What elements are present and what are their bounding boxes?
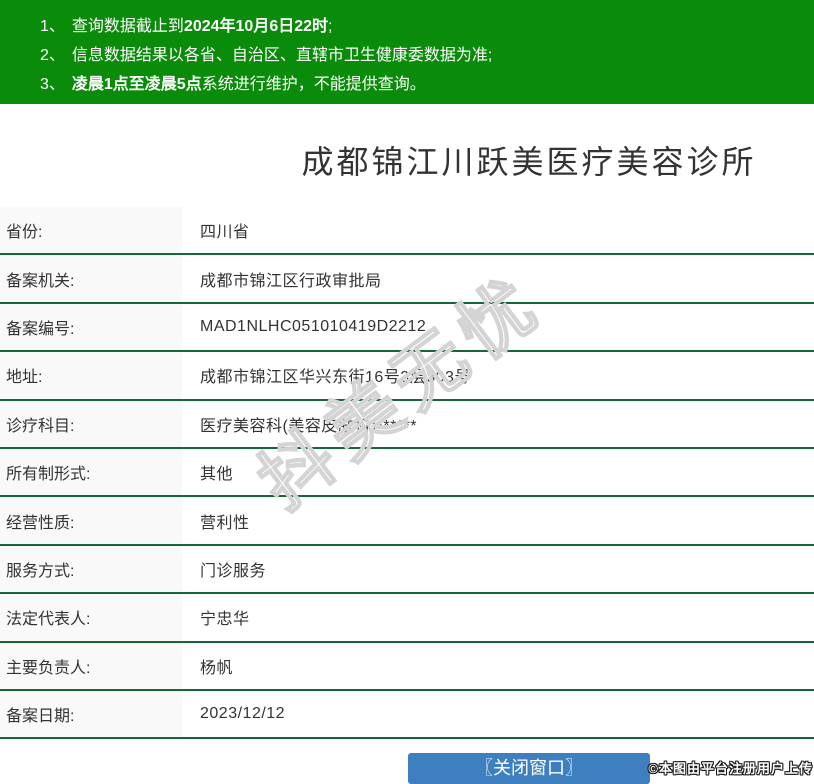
row-label: 备案机关:: [0, 255, 182, 302]
notice-line-3: 3、 凌晨1点至凌晨5点系统进行维护，不能提供查询。: [40, 70, 804, 99]
row-label: 省份:: [0, 207, 182, 254]
row-value: 医疗美容科(美容皮肤科)******: [200, 417, 418, 435]
close-window-button[interactable]: 〖关闭窗口〗: [408, 753, 650, 784]
notice-text: 信息数据结果以各省、自治区、直辖市卫生健康委数据为准;: [71, 47, 493, 64]
notice-text: 查询数据截止到: [71, 18, 184, 35]
row-label: 法定代表人:: [0, 594, 182, 641]
row-value: 四川省: [200, 224, 250, 242]
notice-text: ;: [328, 18, 333, 35]
row-value: 门诊服务: [200, 562, 267, 580]
row-value: MAD1NLHC051010419D2212: [200, 317, 427, 335]
notice-text: 系统进行维护，不能提供查询。: [201, 76, 426, 93]
notice-bold-text: 2024年10月6日22时: [183, 18, 329, 35]
table-row-legal-representative: 法定代表人: 宁忠华: [0, 594, 814, 643]
table-row-ownership-form: 所有制形式: 其他: [0, 448, 814, 498]
table-row-province: 省份: 四川省: [0, 207, 814, 256]
notice-bold-text: 凌晨1点至凌晨5点: [71, 76, 202, 93]
row-value: 成都市锦江区行政审批局: [200, 272, 382, 290]
row-value: 其他: [200, 466, 234, 484]
row-label: 主要负责人:: [0, 642, 182, 689]
notice-number: 2、: [40, 47, 65, 64]
notice-number: 1、: [40, 18, 65, 35]
row-value: 2023/12/12: [200, 705, 286, 723]
row-label: 所有制形式:: [0, 448, 182, 496]
table-row-main-person-in-charge: 主要负责人: 杨帆: [0, 642, 814, 691]
table-row-filing-date: 备案日期: 2023/12/12: [0, 690, 814, 740]
table-row-medical-subjects: 诊疗科目: 医疗美容科(美容皮肤科)******: [0, 400, 814, 449]
table-row-address: 地址: 成都市锦江区华兴东街16号3层303号: [0, 352, 814, 401]
row-value: 宁忠华: [200, 611, 250, 629]
table-row-service-mode: 服务方式: 门诊服务: [0, 545, 814, 595]
copyright-badge: ©本图由平台注册用户上传: [648, 761, 813, 776]
row-value: 成都市锦江区华兴东街16号3层303号: [200, 369, 471, 387]
row-label: 经营性质:: [0, 497, 182, 544]
row-value: 杨帆: [200, 659, 234, 677]
notice-line-2: 2、 信息数据结果以各省、自治区、直辖市卫生健康委数据为准;: [40, 41, 804, 70]
table-row-filing-number: 备案编号: MAD1NLHC051010419D2212: [0, 303, 814, 353]
notice-number: 3、: [40, 76, 65, 93]
table-row-business-nature: 经营性质: 营利性: [0, 497, 814, 546]
table-row-filing-authority: 备案机关: 成都市锦江区行政审批局: [0, 255, 814, 304]
info-table: 省份: 四川省 备案机关: 成都市锦江区行政审批局 备案编号: MAD1NLHC…: [0, 207, 814, 740]
row-label: 诊疗科目:: [0, 400, 182, 447]
row-value: 营利性: [200, 514, 250, 532]
notice-line-1: 1、 查询数据截止到2024年10月6日22时;: [40, 12, 804, 41]
row-label: 备案日期:: [0, 690, 182, 738]
row-label: 备案编号:: [0, 303, 182, 351]
row-label: 地址:: [0, 352, 182, 399]
row-label: 服务方式:: [0, 545, 182, 593]
notice-banner: 1、 查询数据截止到2024年10月6日22时; 2、 信息数据结果以各省、自治区、…: [0, 0, 814, 104]
page-title: 成都锦江川跃美医疗美容诊所: [301, 144, 757, 180]
